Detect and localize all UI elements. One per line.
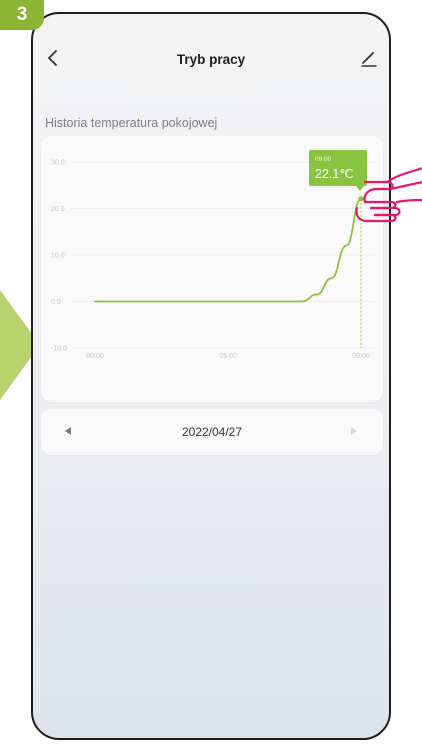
- data-point: [94, 300, 96, 303]
- date-selector: 2022/04/27: [41, 409, 383, 455]
- y-tick-label: 30.0: [51, 160, 65, 167]
- y-tick-label: 20.0: [51, 206, 65, 213]
- section-title: Historia temperatura pokojowej: [45, 116, 218, 130]
- pointing-hand-icon: [355, 167, 422, 223]
- y-tick-label: 0.0: [51, 299, 61, 306]
- y-tick-label: 10.0: [51, 253, 65, 260]
- y-axis-ticks: 30.0 20.0 10.0 0.0 -10.0: [51, 160, 67, 353]
- chart-grid: [71, 161, 375, 349]
- x-axis-ticks: 00:00 05:00 09:00: [86, 353, 370, 360]
- data-point: [315, 293, 318, 296]
- triangle-right-icon[interactable]: [351, 427, 357, 435]
- temperature-chart-card: 30.0 20.0 10.0 0.0 -10.0 00:00 05:00 09:00 09:…: [41, 136, 383, 402]
- y-tick-label: -10.0: [51, 346, 67, 353]
- temperature-line-chart[interactable]: 30.0 20.0 10.0 0.0 -10.0 00:00 05:00 09:00 09:…: [41, 136, 383, 402]
- phone-frame: Tryb pracy Historia temperatura pokojowe…: [31, 12, 391, 740]
- nav-bar: Tryb pracy: [33, 14, 389, 104]
- x-tick-label: 00:00: [86, 353, 104, 360]
- series-line: [95, 197, 362, 303]
- pencil-icon[interactable]: [359, 48, 379, 68]
- page-title: Tryb pracy: [176, 52, 246, 67]
- data-point: [300, 300, 303, 303]
- tooltip-time: 09:00: [315, 156, 332, 163]
- data-point: [345, 244, 348, 247]
- x-tick-label: 09:00: [352, 353, 370, 360]
- selected-date[interactable]: 2022/04/27: [41, 425, 383, 439]
- x-tick-label: 05:00: [219, 353, 237, 360]
- step-number-badge: 3: [0, 0, 44, 30]
- data-point: [330, 277, 333, 280]
